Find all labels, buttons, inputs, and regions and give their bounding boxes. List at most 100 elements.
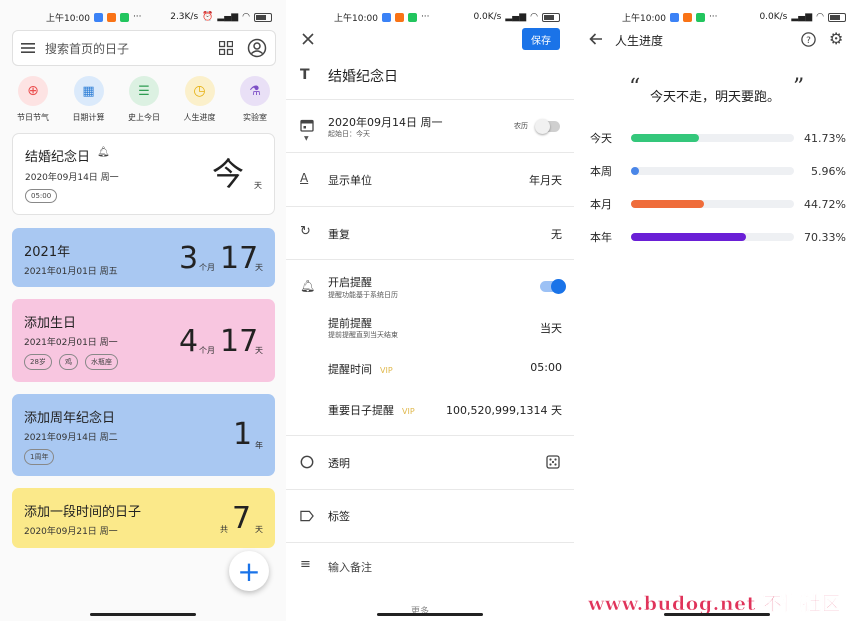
- progress-fill: [631, 167, 639, 175]
- clock-icon: ◷: [193, 83, 206, 99]
- display-unit-row[interactable]: A 显示单位 年月天: [286, 153, 574, 206]
- progress-row-today: 今天 41.73%: [590, 130, 846, 146]
- status-bar: 上午10:00 ··· 2.3K/s ⏰ ▂▄▆ ◠: [0, 0, 286, 34]
- card-tag: 05:00: [25, 189, 58, 203]
- important-label: 重要日子提醒: [328, 404, 394, 417]
- reminder-toggle[interactable]: [540, 279, 566, 294]
- more-notifications: ···: [708, 12, 718, 22]
- progress-label: 本年: [590, 231, 612, 244]
- quick-item-date-calc[interactable]: ▦ 日期计算: [62, 76, 116, 123]
- gesture-bar[interactable]: [377, 613, 483, 616]
- progress-percent: 44.72%: [804, 197, 846, 211]
- label-icon: [300, 510, 314, 522]
- card-count: 1: [233, 417, 253, 452]
- dice-icon[interactable]: [546, 455, 560, 469]
- card-unit: 天: [254, 181, 262, 190]
- day-card-2021[interactable]: 2021年 2021年01月01日 周五 3 个月 17 天: [12, 228, 275, 287]
- app-notification-icon: [394, 12, 404, 22]
- tag-label: 标签: [328, 510, 350, 523]
- progress-fill: [631, 200, 704, 208]
- reminder-row[interactable]: 🔔︎ 开启提醒 提醒功能基于系统日历: [286, 260, 574, 308]
- transparent-row[interactable]: 透明: [286, 436, 574, 489]
- grid-view-icon[interactable]: [219, 41, 233, 55]
- wifi-icon: ◠: [242, 12, 250, 22]
- plus-icon: +: [237, 554, 261, 588]
- repeat-label: 重复: [328, 228, 350, 241]
- tag-row[interactable]: 标签: [286, 490, 574, 542]
- quote-text: 今天不走，明天要跑。: [650, 90, 781, 105]
- network-speed: 2.3K/s: [170, 12, 199, 22]
- lunar-toggle[interactable]: [535, 119, 560, 134]
- search-bar[interactable]: 搜索首页的日子: [12, 30, 276, 66]
- flask-icon: ⚗: [249, 83, 261, 99]
- day-card-duration[interactable]: 添加一段时间的日子 2020年09月21日 周一 共 7 天: [12, 488, 275, 548]
- card-count-days: 17: [220, 324, 259, 359]
- quick-item-history-today[interactable]: ☰ 史上今日: [117, 76, 171, 123]
- wifi-icon: ◠: [816, 12, 824, 22]
- menu-icon[interactable]: [21, 42, 35, 54]
- quick-item-life-progress[interactable]: ◷ 人生进度: [173, 76, 227, 123]
- progress-label: 本月: [590, 198, 612, 211]
- chevron-down-icon: ▼: [304, 135, 309, 142]
- card-title: 添加周年纪念日: [24, 411, 116, 426]
- home-notification-icon: [407, 12, 417, 22]
- progress-track: [631, 167, 794, 175]
- calendar-icon: [300, 119, 314, 132]
- day-card-yearly[interactable]: 添加周年纪念日 2021年09月14日 周二 1周年 1 年: [12, 394, 275, 476]
- quick-item-festivals[interactable]: ⊕ 节日节气: [6, 76, 60, 123]
- title-row[interactable]: T 结婚纪念日: [286, 62, 574, 88]
- quick-item-lab[interactable]: ⚗ 实验室: [228, 76, 282, 123]
- status-time: 上午10:00: [46, 13, 90, 24]
- battery-icon: [542, 12, 560, 22]
- date-sub: 起始日：今天: [328, 130, 370, 138]
- advance-label: 提前提醒: [328, 317, 372, 330]
- progress-row-month: 本月 44.72%: [590, 196, 846, 212]
- card-unit-months: 个月: [199, 263, 215, 272]
- signal-icon: ▂▄▆: [791, 12, 813, 22]
- reminder-sub: 提醒功能基于系统日历: [328, 291, 398, 299]
- status-time: 上午10:00: [334, 13, 378, 24]
- day-card-birthday[interactable]: 添加生日 2021年02月01日 周一 28岁 鸡 水瓶座 4 个月 17 天: [12, 299, 275, 382]
- signal-icon: ▂▄▆: [217, 12, 239, 22]
- circle-icon: [300, 455, 314, 469]
- help-icon[interactable]: ?: [801, 32, 816, 47]
- gear-icon[interactable]: ⚙: [829, 29, 843, 48]
- card-tag-zodiac: 鸡: [59, 354, 78, 370]
- edit-screen: 上午10:00 ··· 0.0K/s ▂▄▆ ◠ 保存 T 结婚纪念日 ▼ 20…: [286, 0, 574, 621]
- display-unit-label: 显示单位: [328, 174, 372, 187]
- wifi-icon: ◠: [530, 12, 538, 22]
- search-input[interactable]: 搜索首页的日子: [45, 40, 219, 57]
- account-icon[interactable]: [247, 38, 267, 58]
- card-title: 添加生日: [24, 316, 77, 331]
- note-row[interactable]: ≡ 输入备注: [286, 543, 574, 587]
- progress-percent: 41.73%: [804, 131, 846, 145]
- advance-reminder-row[interactable]: 提前提醒 提前提醒直到当天结束 当天: [286, 308, 574, 348]
- add-day-button[interactable]: +: [229, 551, 269, 591]
- quick-actions: ⊕ 节日节气 ▦ 日期计算 ☰ 史上今日 ◷ 人生进度 ⚗ 实验室: [6, 76, 282, 123]
- card-unit-days: 天: [255, 263, 263, 272]
- reminder-label: 开启提醒: [328, 276, 372, 289]
- date-row[interactable]: ▼ 2020年09月14日 周一 起始日：今天 农历: [286, 100, 574, 152]
- note-input[interactable]: 输入备注: [328, 559, 372, 575]
- chat-notification-icon: [381, 12, 391, 22]
- card-date: 2021年02月01日 周一: [24, 338, 118, 348]
- important-reminder-row[interactable]: 重要日子提醒 VIP 100,520,999,1314 天: [286, 390, 574, 426]
- save-button[interactable]: 保存: [522, 28, 560, 50]
- repeat-icon: ↻: [300, 224, 311, 239]
- back-arrow-icon[interactable]: [589, 33, 603, 45]
- title-input[interactable]: 结婚纪念日: [328, 66, 398, 86]
- vip-badge: VIP: [402, 407, 415, 416]
- gesture-bar[interactable]: [90, 613, 196, 616]
- gesture-bar[interactable]: [664, 613, 770, 616]
- chat-notification-icon: [93, 12, 103, 22]
- progress-label: 今天: [590, 132, 612, 145]
- repeat-row[interactable]: ↻ 重复 无: [286, 207, 574, 259]
- status-time: 上午10:00: [622, 13, 666, 24]
- close-icon[interactable]: [302, 33, 314, 45]
- important-value: 100,520,999,1314 天: [446, 404, 562, 417]
- day-card-anniversary[interactable]: 结婚纪念日 🔔︎ 2020年09月14日 周一 05:00 今 天: [12, 133, 275, 215]
- progress-percent: 5.96%: [811, 164, 846, 178]
- notes-icon: ≡: [300, 557, 311, 572]
- remind-time-row[interactable]: 提醒时间 VIP 05:00: [286, 350, 574, 386]
- card-title: 添加一段时间的日子: [24, 505, 142, 520]
